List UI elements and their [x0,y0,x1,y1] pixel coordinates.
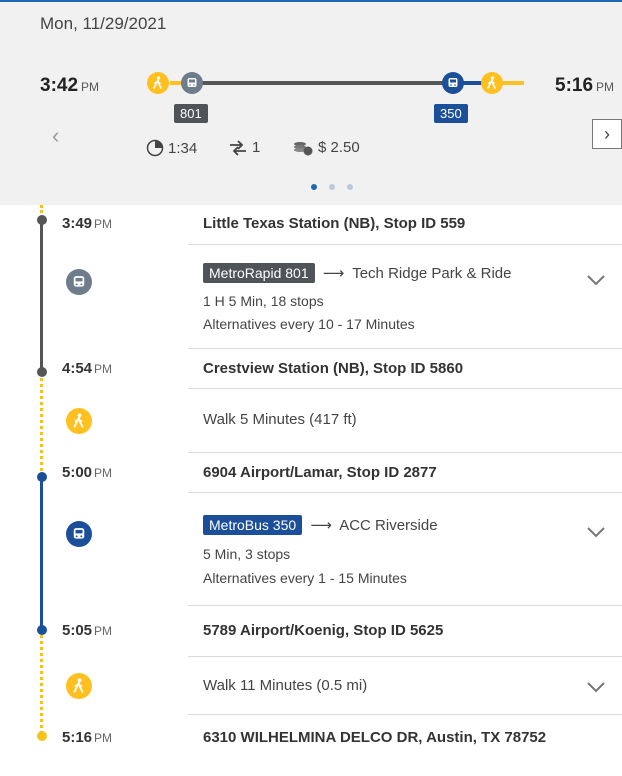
arrow-icon: ⟶ [322,265,345,282]
route-rapid-segment [190,81,452,85]
stop-time: 5:16 PM [62,729,112,746]
stop-ampm: PM [94,624,113,638]
route-badge: MetroRapid 801 [203,263,315,283]
walk-description: Walk 11 Minutes (0.5 mi) [203,677,368,694]
walk-icon [147,72,169,94]
stop-time-value: 5:00 [62,464,93,481]
leg-alternatives: Alternatives every 10 - 17 Minutes [203,316,415,332]
leg-destination: Tech Ridge Park & Ride [352,265,512,282]
fare-stat: $ 2.50 [292,139,360,156]
chevron-down-icon[interactable] [585,273,607,287]
arrive-ampm: PM [596,80,615,94]
stop-time-value: 5:16 [62,729,93,746]
depart-ampm: PM [81,80,100,94]
fare-value: $ 2.50 [318,139,360,156]
transit-leg-row[interactable]: MetroRapid 801 ⟶ Tech Ridge Park & Ride … [0,245,622,349]
bus-icon [66,521,92,547]
stop-ampm: PM [94,731,113,745]
route-badge-801: 801 [174,104,208,123]
bus-icon [181,72,203,94]
stop-name: 5789 Airport/Koenig, Stop ID 5625 [203,622,444,639]
page-dot[interactable] [329,184,335,190]
page-dot-active[interactable] [311,184,317,190]
walk-leg-row[interactable]: Walk 11 Minutes (0.5 mi) [0,657,622,715]
transit-leg-row[interactable]: MetroBus 350 ⟶ ACC Riverside 5 Min, 3 st… [0,493,622,606]
trip-summary: 3:42 PM 801 350 5:16 PM ‹ › 1:34 1 $ 2.50 [0,47,622,205]
walk-icon [481,72,503,94]
bus-icon [66,269,92,295]
stop-time: 5:00 PM [62,464,112,481]
leg-header: MetroRapid 801 ⟶ Tech Ridge Park & Ride [203,263,511,283]
leg-duration: 1 H 5 Min, 18 stops [203,293,324,309]
stop-time: 5:05 PM [62,622,112,639]
stop-row: 5:05 PM 5789 Airport/Koenig, Stop ID 5625 [0,606,622,657]
stop-time: 3:49 PM [62,215,112,232]
walk-icon [66,408,92,434]
arrive-time: 5:16 PM [555,75,614,97]
stop-row: 5:16 PM 6310 WILHELMINA DELCO DR, Austin,… [0,715,622,765]
stop-row: 3:49 PM Little Texas Station (NB), Stop I… [0,205,622,245]
itinerary-list: 3:49 PM Little Texas Station (NB), Stop I… [0,205,622,776]
stop-row: 4:54 PM Crestview Station (NB), Stop ID 5… [0,349,622,389]
trip-date: Mon, 11/29/2021 [40,14,167,33]
arrow-icon: ⟶ [310,517,332,534]
date-header: Mon, 11/29/2021 [0,0,622,47]
stop-time-value: 3:49 [62,215,93,232]
bus-icon [442,72,464,94]
walk-description: Walk 5 Minutes (417 ft) [203,411,357,428]
stop-name: Crestview Station (NB), Stop ID 5860 [203,360,464,377]
route-badge-350: 350 [434,104,468,123]
depart-time: 3:42 PM [40,75,99,97]
coins-icon [294,141,313,155]
leg-header: MetroBus 350 ⟶ ACC Riverside [203,515,438,535]
next-trip-button[interactable]: › [592,119,622,149]
transfers-stat: 1 [228,139,260,156]
route-badge: MetroBus 350 [203,515,303,535]
duration-stat: 1:34 [146,139,197,157]
chevron-down-icon[interactable] [585,680,607,694]
stop-time: 4:54 PM [62,360,112,377]
chevron-down-icon[interactable] [585,525,607,539]
clock-icon [146,139,164,157]
duration-value: 1:34 [168,139,198,157]
leg-destination: ACC Riverside [339,517,438,534]
stop-name: 6310 WILHELMINA DELCO DR, Austin, TX 787… [203,729,547,746]
leg-alternatives: Alternatives every 1 - 15 Minutes [203,570,407,586]
transfers-value: 1 [252,139,261,156]
walk-icon [66,673,92,699]
previous-trip-button[interactable]: ‹ [52,123,59,149]
stop-ampm: PM [94,362,113,376]
stop-name: 6904 Airport/Lamar, Stop ID 2877 [203,464,437,481]
stop-time-value: 5:05 [62,622,93,639]
walk-leg-row: Walk 5 Minutes (417 ft) [0,389,622,453]
stop-row: 5:00 PM 6904 Airport/Lamar, Stop ID 2877 [0,453,622,493]
transfer-icon [230,139,246,156]
page-dot[interactable] [347,184,353,190]
page-indicator [311,184,353,190]
stop-ampm: PM [94,217,113,231]
depart-time-value: 3:42 [40,75,79,96]
stop-name: Little Texas Station (NB), Stop ID 559 [203,215,466,232]
arrive-time-value: 5:16 [555,75,594,96]
stop-time-value: 4:54 [62,360,93,377]
stop-ampm: PM [94,466,113,480]
leg-duration: 5 Min, 3 stops [203,546,291,562]
